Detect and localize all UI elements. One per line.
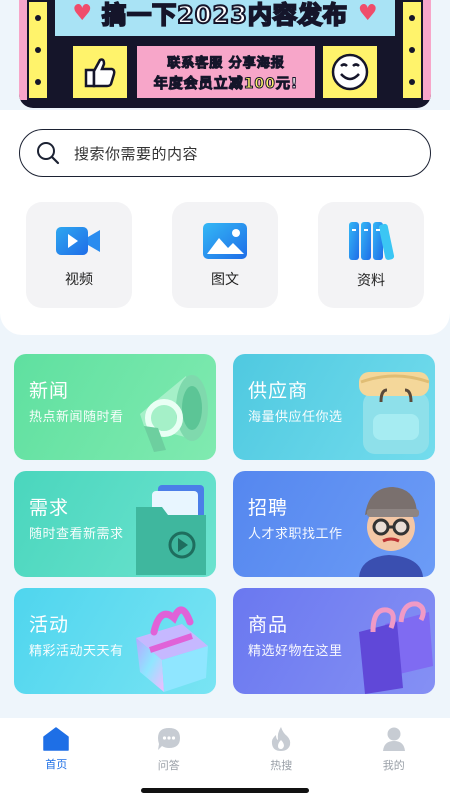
category-tile-demands[interactable]: 需求 随时查看新需求 bbox=[14, 471, 216, 577]
quick-link-label: 图文 bbox=[211, 272, 239, 288]
quick-link-materials[interactable]: 资料 bbox=[318, 202, 424, 308]
search-input[interactable]: 搜索你需要的内容 bbox=[19, 129, 431, 177]
nav-item-home[interactable]: 首页 bbox=[0, 718, 113, 780]
banner-film-strip bbox=[401, 0, 423, 100]
promo-banner[interactable]: ♥ 搞一下2023内容发布 ♥ 联系客服 分享海报 年度会员立减100元! bbox=[19, 0, 431, 108]
thumbs-up-icon bbox=[71, 44, 129, 100]
home-indicator[interactable] bbox=[141, 788, 309, 793]
tile-title: 招聘 bbox=[248, 497, 289, 519]
nav-label: 首页 bbox=[45, 757, 68, 771]
tile-title: 商品 bbox=[248, 614, 289, 636]
banner-title: 搞一下2023内容发布 bbox=[101, 0, 348, 30]
image-icon bbox=[203, 223, 247, 259]
nav-item-profile[interactable]: 我的 bbox=[338, 718, 450, 780]
quick-link-image-text[interactable]: 图文 bbox=[172, 202, 278, 308]
nav-item-qa[interactable]: 问答 bbox=[113, 718, 226, 780]
tile-title: 新闻 bbox=[29, 380, 70, 402]
books-icon bbox=[349, 222, 395, 260]
smiley-icon bbox=[321, 44, 379, 100]
heart-icon: ♥ bbox=[72, 0, 93, 26]
bottom-nav: 首页 问答 热搜 我的 bbox=[0, 718, 450, 780]
quick-link-label: 视频 bbox=[65, 272, 93, 288]
tile-subtitle: 热点新闻随时看 bbox=[29, 410, 124, 425]
tile-title: 活动 bbox=[29, 614, 70, 636]
tile-title: 供应商 bbox=[248, 380, 309, 402]
category-tile-recruitment[interactable]: 招聘 人才求职找工作 bbox=[233, 471, 435, 577]
nav-label: 热搜 bbox=[270, 758, 293, 772]
category-tile-events[interactable]: 活动 精彩活动天天有 bbox=[14, 588, 216, 694]
banner-title-box: ♥ 搞一下2023内容发布 ♥ bbox=[53, 0, 397, 38]
video-icon bbox=[56, 227, 100, 255]
megaphone-icon bbox=[140, 375, 208, 452]
quick-link-video[interactable]: 视频 bbox=[26, 202, 132, 308]
nav-label: 我的 bbox=[382, 758, 405, 772]
chat-bubble-icon bbox=[157, 727, 180, 750]
tile-title: 需求 bbox=[29, 497, 70, 519]
tile-subtitle: 人才求职找工作 bbox=[248, 527, 343, 542]
tile-subtitle: 随时查看新需求 bbox=[29, 527, 124, 542]
tile-subtitle: 精选好物在这里 bbox=[248, 644, 343, 659]
gift-icon bbox=[136, 606, 208, 692]
category-tile-suppliers[interactable]: 供应商 海量供应任你选 bbox=[233, 354, 435, 460]
tile-subtitle: 精彩活动天天有 bbox=[29, 644, 124, 659]
tile-subtitle: 海量供应任你选 bbox=[248, 410, 343, 425]
nav-item-trending[interactable]: 热搜 bbox=[225, 718, 338, 780]
home-icon bbox=[43, 726, 69, 751]
quick-link-label: 资料 bbox=[357, 273, 385, 289]
banner-promo-text: 联系客服 分享海报 年度会员立减100元! bbox=[135, 44, 317, 100]
user-icon bbox=[382, 727, 405, 751]
backpack-icon bbox=[359, 372, 430, 454]
nav-label: 问答 bbox=[157, 758, 180, 772]
folder-icon bbox=[136, 485, 206, 575]
search-placeholder: 搜索你需要的内容 bbox=[74, 144, 199, 163]
heart-icon: ♥ bbox=[357, 0, 378, 26]
top-card: 搜索你需要的内容 视频 图文 资料 bbox=[0, 110, 450, 335]
promo-line: 联系客服 分享海报 bbox=[167, 55, 285, 71]
person-avatar-icon bbox=[359, 487, 423, 577]
search-icon bbox=[37, 142, 60, 165]
promo-line: 年度会员立减100元! bbox=[153, 75, 299, 92]
category-tile-news[interactable]: 新闻 热点新闻随时看 bbox=[14, 354, 216, 460]
category-tile-products[interactable]: 商品 精选好物在这里 bbox=[233, 588, 435, 694]
flame-icon bbox=[272, 726, 291, 751]
banner-film-strip bbox=[27, 0, 49, 100]
shopping-bag-icon bbox=[359, 601, 433, 694]
